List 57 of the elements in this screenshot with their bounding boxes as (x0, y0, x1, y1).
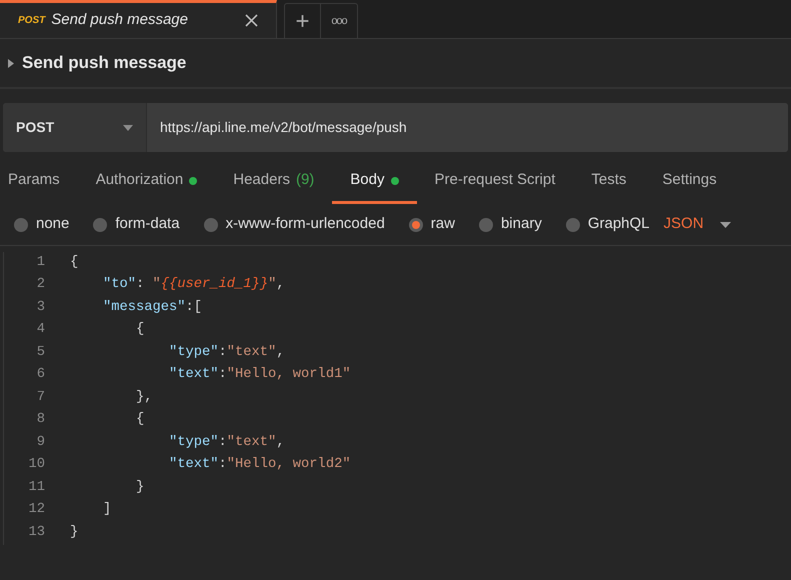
code-line: } (70, 524, 78, 542)
request-section-tab[interactable]: Pre-request Script (416, 160, 574, 204)
radio-button[interactable] (204, 218, 218, 232)
code-line: { (135, 411, 144, 430)
radio-label: GraphQL (588, 214, 650, 234)
code-line: { (70, 254, 78, 272)
radio-label: none (36, 214, 70, 234)
line-number: 4 (36, 321, 46, 340)
line-number: 3 (36, 298, 46, 317)
line-number: 10 (27, 456, 46, 474)
code-line: "text":"Hello, world2" (168, 456, 351, 474)
request-section-tab[interactable]: Authorization (78, 160, 216, 204)
request-section-tab[interactable]: Settings (644, 160, 735, 204)
line-number: 13 (27, 524, 46, 542)
new-tab-button[interactable]: + (285, 4, 321, 38)
radio-button[interactable] (93, 218, 108, 232)
radio-label: binary (500, 214, 542, 234)
code-line: "type":"text", (168, 434, 285, 452)
line-number: 11 (27, 478, 46, 497)
line-number: 8 (36, 411, 46, 430)
dropdown-caret-icon[interactable] (123, 124, 133, 130)
close-icon[interactable] (245, 14, 258, 27)
radio-label: x-www-form-urlencoded (226, 214, 385, 234)
request-tab[interactable]: POST Send push message (0, 0, 277, 38)
line-number: 9 (36, 434, 46, 452)
radio-button[interactable] (566, 218, 580, 232)
request-name: Send push message (22, 52, 186, 74)
line-number: 5 (36, 344, 46, 362)
line-number: 1 (36, 254, 46, 272)
tab-title: Send push message (51, 10, 189, 30)
request-section-tab[interactable]: Tests (573, 160, 644, 204)
code-line: "to": "{{user_id_1}}", (102, 276, 285, 294)
method-label: POST (18, 14, 46, 28)
line-number: 6 (36, 366, 46, 384)
request-section-tab[interactable]: Params (0, 160, 78, 204)
more-button[interactable]: ooo (321, 4, 357, 38)
line-number: 7 (36, 388, 46, 407)
code-line: ] (102, 501, 112, 520)
method-dropdown[interactable]: POST (3, 103, 147, 152)
radio-button[interactable] (408, 218, 423, 232)
code-line: } (135, 478, 144, 497)
request-section-tab[interactable]: Body (332, 160, 416, 204)
code-line: "type":"text", (168, 344, 285, 362)
format-dropdown[interactable]: JSON (664, 213, 731, 236)
radio-label: form-data (115, 214, 180, 234)
code-line: { (135, 321, 144, 340)
code-line: "messages":[ (102, 298, 202, 317)
caret-icon[interactable] (8, 58, 14, 68)
dropdown-caret-icon[interactable] (720, 222, 731, 228)
line-number: 12 (27, 501, 46, 520)
radio-label: raw (430, 214, 455, 234)
radio-button[interactable] (14, 218, 28, 232)
line-number: 2 (36, 276, 46, 294)
radio-button[interactable] (478, 218, 493, 232)
code-line: }, (135, 388, 153, 407)
code-line: "text":"Hello, world1" (168, 366, 351, 384)
request-section-tab[interactable]: Headers (9) (215, 160, 332, 204)
